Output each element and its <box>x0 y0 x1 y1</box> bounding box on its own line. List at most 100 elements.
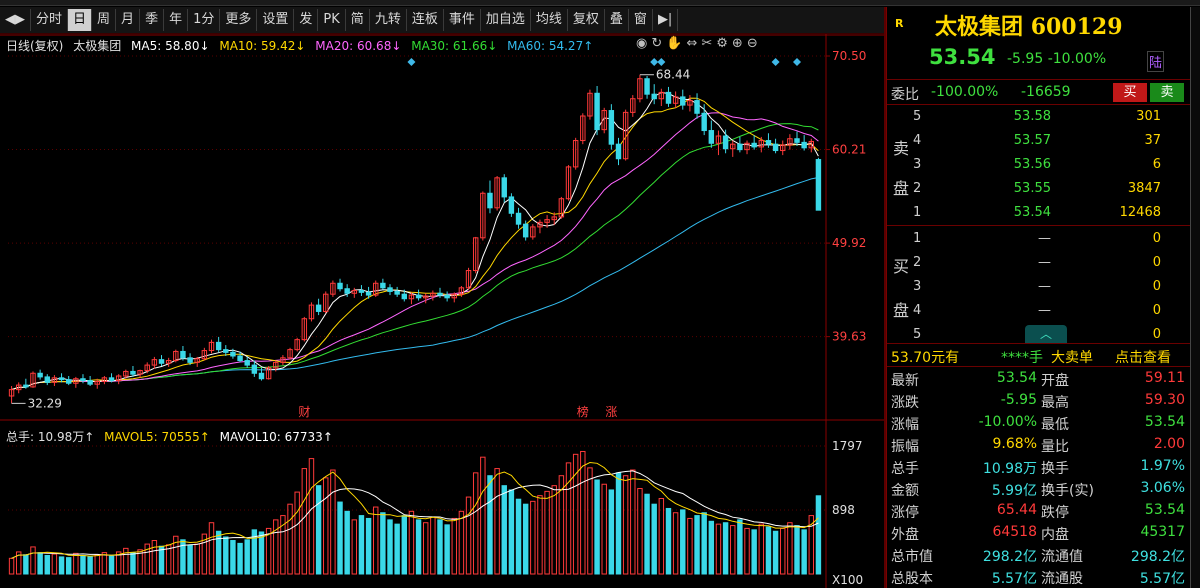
chart-area[interactable]: 70.50 60.21 49.92 39.63 1797 898 X100 68.44 32.2… <box>0 34 884 588</box>
bid-level: 2 <box>913 255 922 270</box>
toolbar-item[interactable]: ◀▶ <box>0 9 31 31</box>
candle-body <box>708 130 715 144</box>
toolbar-item[interactable]: 周 <box>92 9 117 31</box>
market-badge: 陆 <box>1147 51 1165 72</box>
expand-up-button[interactable]: ︿ <box>1025 325 1067 343</box>
stat-row: 总股本 5.57亿 流通股 5.57亿 <box>887 567 1191 588</box>
bid-level: 1 <box>913 231 922 246</box>
bid-qty: 0 <box>1152 255 1161 270</box>
bid-row[interactable]: 1 — 0 <box>887 227 1191 251</box>
volume-bar <box>594 479 600 575</box>
candle-body <box>794 138 800 143</box>
drag-icon[interactable]: ⇔ <box>686 36 701 51</box>
toolbar-item[interactable]: 发 <box>294 9 319 31</box>
zoom-out-icon[interactable]: ⊖ <box>747 36 762 51</box>
toolbar-item[interactable]: 事件 <box>444 9 481 31</box>
volume-bar <box>273 519 279 575</box>
toolbar-item[interactable]: 1分 <box>188 9 221 31</box>
quote-panel: R 太极集团 600129 53.54 -5.95 -10.00% 陆 委比 -… <box>886 7 1191 588</box>
toolbar-item[interactable]: 简 <box>346 9 370 31</box>
volume-bar <box>94 554 100 575</box>
price-change: -5.95 -10.00% <box>1007 51 1106 67</box>
volume-tick-label: X100 <box>832 573 863 587</box>
scissors-icon[interactable]: ✂ <box>701 36 716 51</box>
volume-bar <box>751 529 757 575</box>
ma30-line <box>11 123 819 391</box>
level2-bar[interactable]: 53.70元有 ****手 大卖单 点击查看 <box>887 343 1191 367</box>
ask-row[interactable]: 2 53.55 3847 <box>887 177 1191 201</box>
volume-tick-label: 1797 <box>832 439 863 453</box>
ask-row[interactable]: 5 53.58 301 <box>887 105 1191 129</box>
candle-body <box>258 372 265 380</box>
bid-row[interactable]: 3 — 0 <box>887 275 1191 299</box>
toolbar-item[interactable]: 季 <box>140 9 165 31</box>
volume-bar <box>801 529 807 575</box>
bid-qty: 0 <box>1152 231 1161 246</box>
legend-ma10: MA10: 59.42↓ <box>219 39 306 53</box>
zoom-in-icon[interactable]: ⊕ <box>732 36 747 51</box>
volume-bar <box>237 542 243 575</box>
eye-icon[interactable]: ◉ <box>636 36 651 51</box>
toolbar-item[interactable]: 更多 <box>220 9 258 31</box>
stat-l1: 涨停 <box>891 505 919 521</box>
volume-bar <box>587 467 593 575</box>
bid-row[interactable]: 4 — 0 <box>887 299 1191 323</box>
stat-v1: 65.44 <box>996 502 1037 518</box>
volume-bar <box>480 456 486 575</box>
volume-bar <box>401 515 408 575</box>
stat-v1: 5.99亿 <box>991 483 1037 499</box>
toolbar-item[interactable]: 复权 <box>568 9 605 31</box>
candle-body <box>765 140 772 145</box>
toolbar-item[interactable]: ▶| <box>653 9 679 31</box>
legend-ma60: MA60: 54.27↑ <box>507 39 594 53</box>
event-marker: 榜 <box>577 404 589 419</box>
settings-icon[interactable]: ⚙ <box>716 36 732 51</box>
ask-row[interactable]: 1 53.54 12468 <box>887 201 1191 225</box>
candle-body <box>487 192 493 209</box>
toolbar-item[interactable]: 叠 <box>605 9 629 31</box>
stat-l1: 总股本 <box>891 571 933 587</box>
bid-price: — <box>1038 279 1051 294</box>
bid-level: 3 <box>913 279 922 294</box>
bid-row[interactable]: 2 — 0 <box>887 251 1191 275</box>
toolbar-item[interactable]: 均线 <box>531 9 568 31</box>
kline-chart-svg[interactable]: 70.50 60.21 49.92 39.63 1797 898 X100 68.44 32.2… <box>0 34 884 588</box>
stat-v1: -10.00% <box>978 414 1037 430</box>
toolbar-item[interactable]: 年 <box>164 9 189 31</box>
toolbar-item[interactable]: 九转 <box>370 9 407 31</box>
toolbar-item[interactable]: PK <box>318 9 346 31</box>
toolbar-item[interactable]: 分时 <box>31 9 69 31</box>
toolbar-item[interactable]: 加自选 <box>481 9 531 31</box>
volume-bar <box>151 540 158 575</box>
volume-bar <box>344 510 350 575</box>
volume-bar <box>451 517 457 575</box>
stat-l1: 振幅 <box>891 439 919 455</box>
volume-bar <box>330 469 336 575</box>
stat-v1: 9.68% <box>992 436 1037 452</box>
toolbar-item[interactable]: 日 <box>68 9 93 31</box>
refresh-icon[interactable]: ↻ <box>651 36 666 51</box>
volume-bar <box>615 472 622 575</box>
toolbar-item[interactable]: 连板 <box>407 9 444 31</box>
hand-icon[interactable]: ✋ <box>666 36 686 51</box>
stat-l1: 外盘 <box>891 527 919 543</box>
stat-v1: 10.98万 <box>982 461 1037 477</box>
volume-bar <box>722 522 729 575</box>
volume-bar <box>73 552 79 575</box>
buy-button[interactable]: 买 <box>1113 83 1147 102</box>
toolbar-item[interactable]: 窗 <box>629 9 653 31</box>
order-ratio-row: 委比 -100.00% -16659 买 卖 <box>887 79 1191 105</box>
stat-l2: 流通值 <box>1041 549 1083 565</box>
level2-link[interactable]: 点击查看 <box>1115 347 1171 367</box>
sell-button[interactable]: 卖 <box>1150 83 1184 102</box>
ask-row[interactable]: 4 53.57 37 <box>887 129 1191 153</box>
volume-bar <box>565 462 572 575</box>
volume-bar <box>187 545 193 575</box>
toolbar-item[interactable]: 设置 <box>257 9 295 31</box>
volume-bar <box>37 552 43 575</box>
volume-bar <box>522 503 529 575</box>
toolbar-item[interactable]: 月 <box>116 9 141 31</box>
bid-qty: 0 <box>1152 279 1161 294</box>
ask-row[interactable]: 3 53.56 6 <box>887 153 1191 177</box>
candle-body <box>522 223 529 238</box>
